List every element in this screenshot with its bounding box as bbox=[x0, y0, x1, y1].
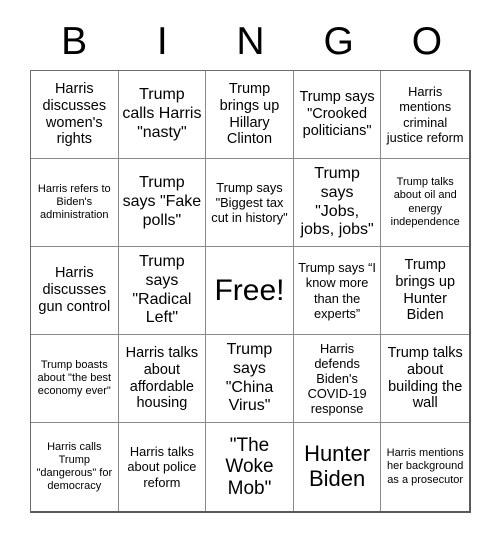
bingo-header-row: BINGO bbox=[30, 14, 471, 68]
bingo-cell[interactable]: Trump says "China Virus" bbox=[206, 335, 294, 423]
bingo-cell-label: Harris talks about affordable housing bbox=[125, 344, 199, 412]
bingo-cell-label: Trump brings up Hillary Clinton bbox=[219, 80, 280, 148]
bingo-grid: Harris discusses women's rights Trump cal… bbox=[30, 70, 471, 513]
bingo-cell-label: Trump brings up Hunter Biden bbox=[395, 256, 456, 324]
bingo-cell-label: Trump says “I know more than the experts… bbox=[298, 260, 376, 321]
bingo-cell-label: Trump says "Fake polls" bbox=[122, 174, 202, 229]
bingo-cell-label: Trump calls Harris "nasty" bbox=[122, 86, 202, 141]
bingo-cell[interactable]: "The Woke Mob" bbox=[206, 423, 294, 511]
bingo-header-letter-g: G bbox=[323, 19, 354, 63]
bingo-cell-label: Harris discusses women's rights bbox=[42, 80, 107, 148]
bingo-cell-label: Free! bbox=[214, 273, 285, 307]
bingo-cell[interactable]: Harris discusses women's rights bbox=[31, 71, 119, 159]
bingo-cell[interactable]: Harris calls Trump "dangerous" for democ… bbox=[31, 423, 119, 511]
bingo-cell[interactable]: Trump says "Fake polls" bbox=[118, 159, 207, 247]
bingo-cell[interactable]: Trump says "Crooked politicians" bbox=[293, 71, 382, 159]
bingo-header-letter-i: I bbox=[156, 19, 168, 63]
bingo-cell[interactable]: Trump says “I know more than the experts… bbox=[293, 247, 382, 335]
bingo-cell[interactable]: Harris discusses gun control bbox=[31, 247, 119, 335]
bingo-cell-label: Harris mentions her background as a pros… bbox=[386, 447, 464, 486]
bingo-cell[interactable]: Trump brings up Hunter Biden bbox=[381, 247, 469, 335]
bingo-cell-label: Trump talks about oil and energy indepen… bbox=[390, 176, 460, 228]
bingo-cell[interactable]: Trump talks about building the wall bbox=[381, 335, 469, 423]
bingo-cell-label: Harris calls Trump "dangerous" for democ… bbox=[36, 440, 113, 493]
bingo-cell[interactable]: Trump says "Radical Left" bbox=[118, 247, 207, 335]
bingo-header-letter-b: B bbox=[61, 19, 88, 63]
bingo-cell-label: Hunter Biden bbox=[304, 441, 371, 491]
bingo-cell[interactable]: Harris refers to Biden's administration bbox=[31, 159, 119, 247]
bingo-cell-label: Trump boasts about "the best economy eve… bbox=[37, 358, 112, 398]
bingo-cell-label: Trump says "Biggest tax cut in history" bbox=[211, 179, 288, 226]
bingo-cell[interactable]: Harris talks about police reform bbox=[118, 423, 207, 511]
bingo-free-space[interactable]: Free! bbox=[206, 247, 294, 335]
bingo-cell[interactable]: Trump brings up Hillary Clinton bbox=[206, 71, 294, 159]
bingo-cell[interactable]: Trump says "Jobs, jobs, jobs" bbox=[293, 159, 382, 247]
bingo-card: B I N G O Harris discusses women's rights Tru… bbox=[0, 0, 500, 544]
bingo-cell[interactable]: Hunter Biden bbox=[293, 423, 382, 511]
bingo-cell-label: Harris discusses gun control bbox=[38, 265, 111, 315]
bingo-header-letter-o: O bbox=[411, 19, 443, 63]
bingo-cell-label: Harris talks about police reform bbox=[127, 444, 197, 490]
bingo-header-letter-n: N bbox=[236, 19, 265, 63]
bingo-cell-label: Harris mentions criminal justice reform bbox=[386, 84, 464, 145]
bingo-cell[interactable]: Harris defends Biden's COVID-19 response bbox=[293, 335, 382, 423]
bingo-cell[interactable]: Trump says "Biggest tax cut in history" bbox=[206, 159, 294, 247]
bingo-cell-label: Harris defends Biden's COVID-19 response bbox=[307, 340, 367, 417]
bingo-cell-label: Trump says "Radical Left" bbox=[132, 253, 192, 327]
bingo-cell-label: Harris refers to Biden's administration bbox=[37, 182, 111, 222]
bingo-cell-label: "The Woke Mob" bbox=[225, 434, 274, 499]
bingo-cell-label: Trump says "China Virus" bbox=[225, 341, 274, 415]
bingo-cell[interactable]: Trump calls Harris "nasty" bbox=[118, 71, 207, 159]
bingo-cell[interactable]: Harris mentions her background as a pros… bbox=[381, 423, 469, 511]
bingo-cell-label: Trump says "Crooked politicians" bbox=[299, 89, 375, 139]
bingo-cell[interactable]: Harris talks about affordable housing bbox=[118, 335, 207, 423]
bingo-cell-label: Trump talks about building the wall bbox=[387, 344, 463, 412]
bingo-cell[interactable]: Harris mentions criminal justice reform bbox=[381, 71, 469, 159]
bingo-cell[interactable]: Trump talks about oil and energy indepen… bbox=[381, 159, 469, 247]
bingo-cell[interactable]: Trump boasts about "the best economy eve… bbox=[31, 335, 119, 423]
bingo-cell-label: Trump says "Jobs, jobs, jobs" bbox=[300, 165, 374, 239]
